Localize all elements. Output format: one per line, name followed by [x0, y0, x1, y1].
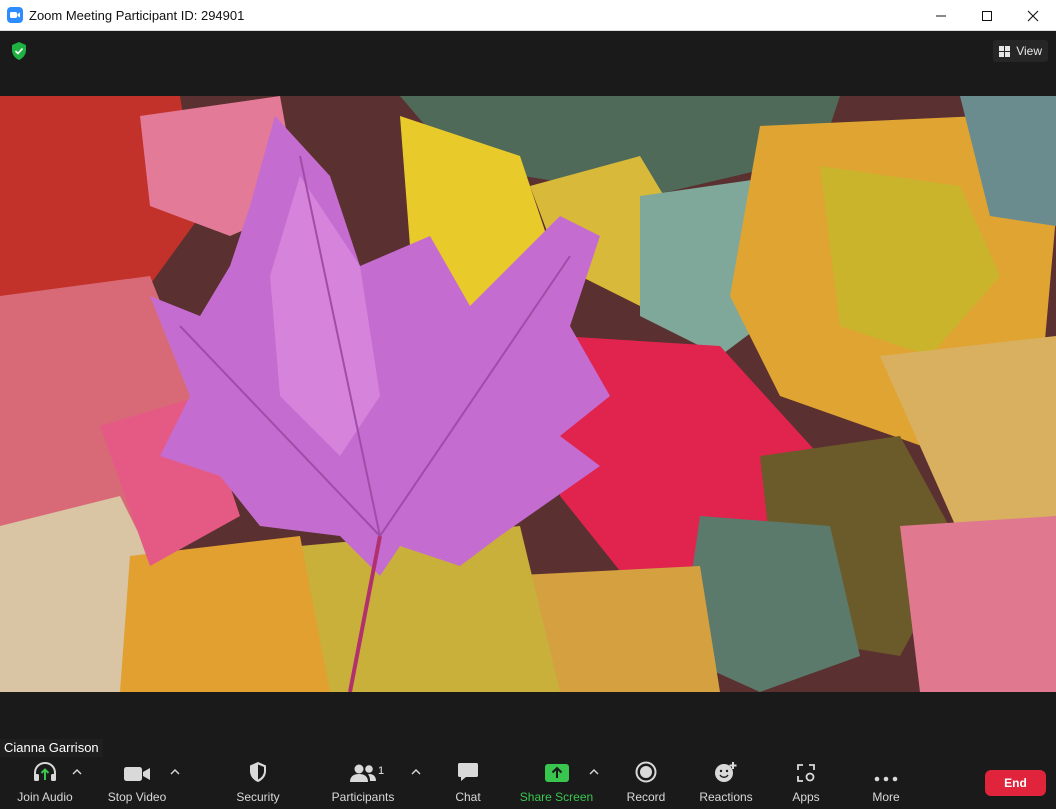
more-button[interactable]: More — [860, 757, 912, 809]
chat-bubble-icon — [458, 763, 478, 781]
join-audio-button[interactable]: Join Audio — [13, 757, 77, 809]
record-label: Record — [626, 790, 666, 804]
meeting-toolbar: Join Audio Stop Video Security Participa… — [0, 757, 1056, 809]
more-dots-icon — [874, 776, 898, 782]
participants-count-badge: 1 — [378, 765, 385, 777]
maximize-button[interactable] — [964, 0, 1010, 31]
smiley-plus-icon — [715, 762, 737, 782]
green-shield-icon[interactable] — [10, 41, 28, 61]
video-frame-image — [0, 96, 1056, 692]
record-button[interactable]: Record — [618, 757, 674, 809]
reactions-button[interactable]: Reactions — [694, 757, 758, 809]
reactions-label: Reactions — [699, 790, 753, 804]
more-label: More — [872, 790, 900, 804]
record-icon — [635, 761, 657, 783]
participants-button[interactable]: Participants — [328, 757, 398, 809]
window-titlebar: Zoom Meeting Participant ID: 294901 — [0, 0, 1056, 31]
security-button[interactable]: Security — [226, 757, 290, 809]
shield-icon — [250, 762, 266, 782]
grid-view-icon — [999, 45, 1011, 57]
share-options-caret-icon[interactable] — [589, 768, 599, 776]
stop-video-button[interactable]: Stop Video — [105, 757, 169, 809]
share-screen-icon — [544, 764, 569, 782]
meeting-topbar: View — [0, 31, 1056, 96]
security-label: Security — [236, 790, 280, 804]
participant-video — [0, 96, 1056, 692]
chat-button[interactable]: Chat — [440, 757, 496, 809]
video-bottom-gap — [0, 692, 1056, 739]
headphones-icon — [34, 761, 56, 781]
end-meeting-button[interactable]: End — [985, 770, 1046, 796]
view-label: View — [1016, 44, 1042, 58]
video-camera-icon — [124, 767, 150, 781]
apps-icon — [797, 764, 815, 782]
view-button[interactable]: View — [993, 40, 1048, 62]
close-button[interactable] — [1010, 0, 1056, 31]
window-controls — [918, 0, 1056, 31]
share-screen-button[interactable]: Share Screen — [518, 757, 595, 809]
participant-name-label: Cianna Garrison — [0, 739, 103, 757]
chat-label: Chat — [455, 790, 481, 804]
participants-options-caret-icon[interactable] — [411, 768, 421, 776]
video-options-caret-icon[interactable] — [170, 768, 180, 776]
apps-button[interactable]: Apps — [780, 757, 832, 809]
minimize-button[interactable] — [918, 0, 964, 31]
close-icon — [1027, 10, 1039, 21]
audio-options-caret-icon[interactable] — [72, 768, 82, 776]
join-audio-label: Join Audio — [17, 790, 73, 804]
share-screen-label: Share Screen — [519, 790, 594, 804]
minimize-icon — [936, 15, 946, 16]
apps-label: Apps — [792, 790, 820, 804]
window-title: Zoom Meeting Participant ID: 294901 — [29, 7, 245, 23]
zoom-app-icon — [7, 7, 23, 23]
stop-video-label: Stop Video — [107, 790, 167, 804]
maximize-icon — [982, 10, 992, 21]
participants-label: Participants — [331, 790, 395, 804]
participants-icon — [350, 764, 376, 782]
